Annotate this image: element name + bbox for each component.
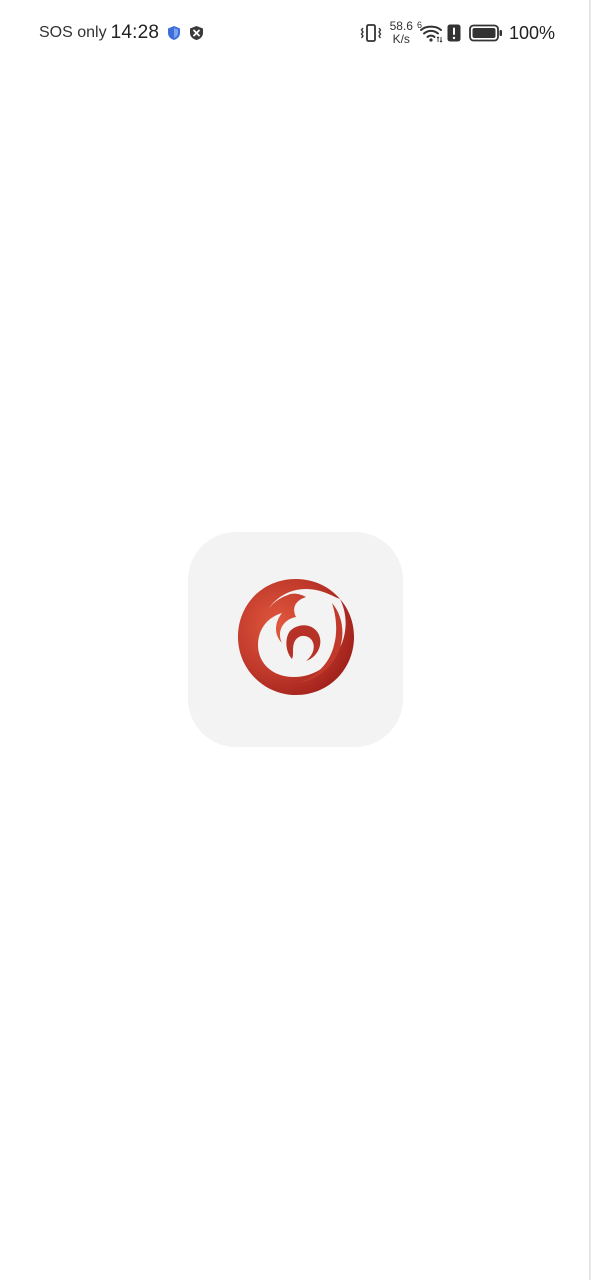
blocked-shield-icon — [189, 25, 204, 41]
vibrate-icon — [360, 23, 382, 43]
status-right: 58.6 K/s 6 100% — [360, 18, 555, 48]
app-logo-icon — [232, 573, 360, 706]
network-speed: 58.6 K/s — [390, 20, 413, 46]
status-bar: SOS only 14:28 58.6 K/s 6 100% — [0, 0, 591, 66]
network-speed-unit: K/s — [392, 32, 410, 46]
splash-logo-card — [188, 532, 403, 747]
battery-icon — [469, 24, 503, 42]
shield-icon — [167, 25, 181, 41]
battery-percentage: 100% — [508, 22, 555, 43]
wifi-generation-label: 6 — [416, 20, 422, 30]
carrier-label: SOS only — [39, 24, 107, 41]
status-left: SOS only 14:28 — [39, 20, 212, 46]
clock: 14:28 — [110, 22, 160, 43]
alert-icon — [447, 24, 461, 42]
wifi-icon: 6 — [416, 20, 443, 43]
